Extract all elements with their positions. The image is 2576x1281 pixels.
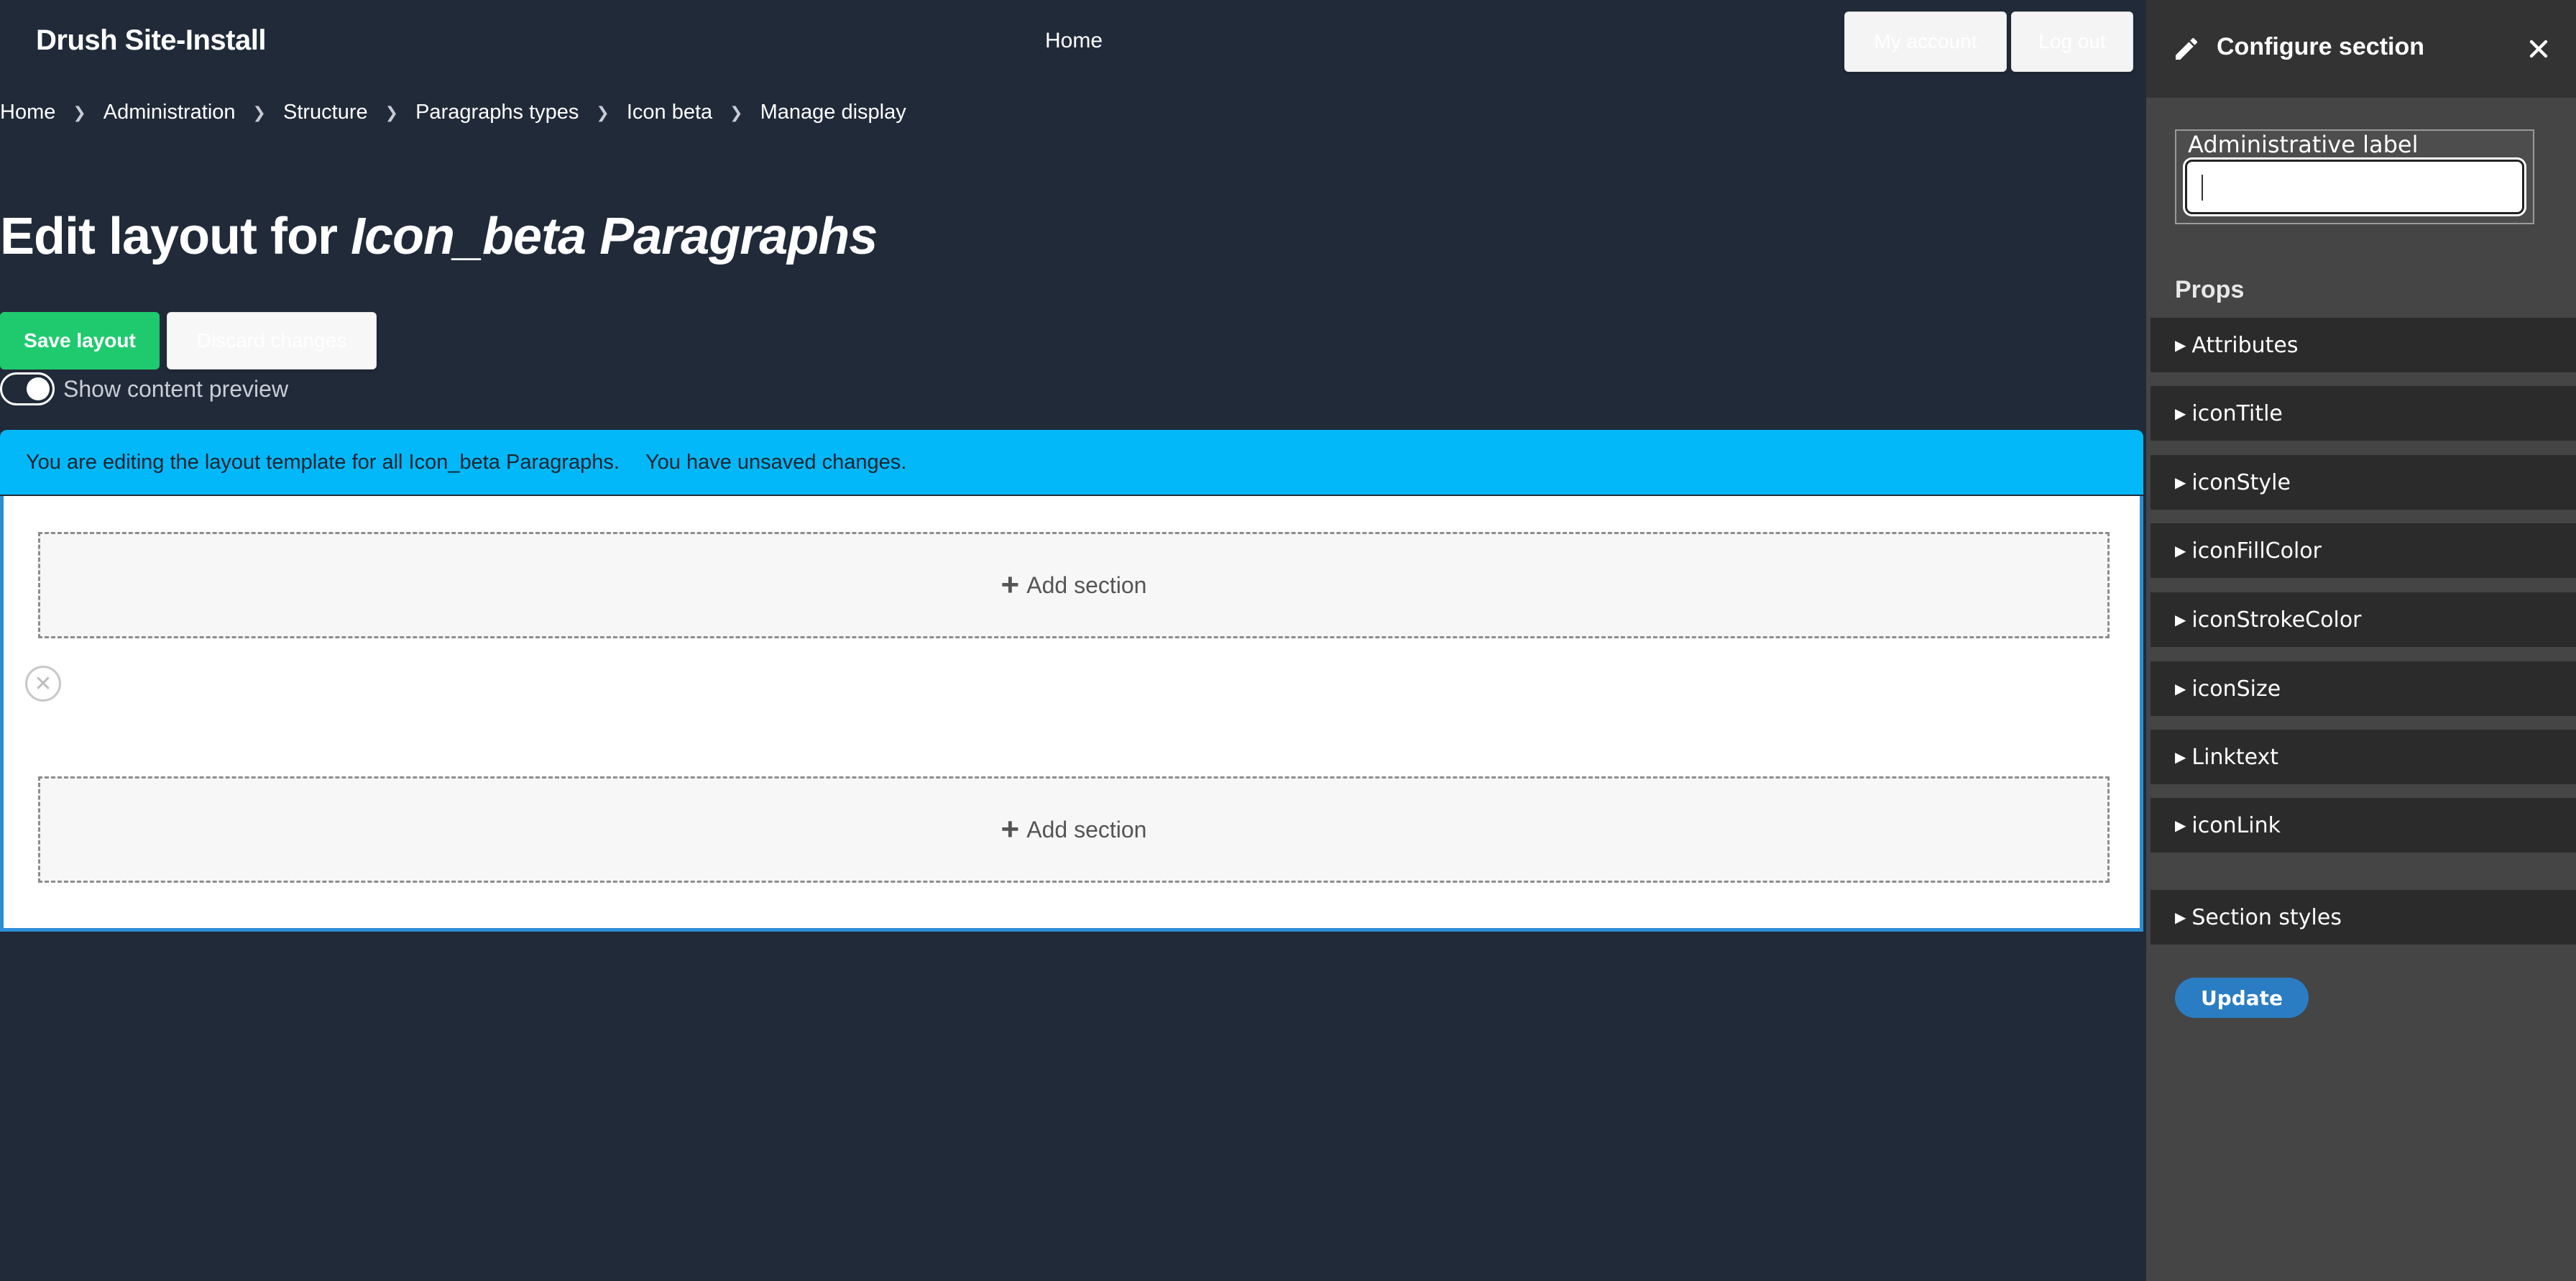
accordion-label: iconStyle bbox=[2191, 469, 2291, 495]
breadcrumb-structure[interactable]: Structure bbox=[283, 101, 368, 124]
my-account-button[interactable]: My account bbox=[1844, 12, 2007, 72]
administrative-label-input[interactable] bbox=[2185, 160, 2524, 214]
chevron-right-icon: ❯ bbox=[730, 103, 743, 121]
plus-icon: + bbox=[1000, 567, 1020, 602]
page-title: Edit layout for Icon_beta Paragraphs bbox=[0, 207, 878, 266]
triangle-right-icon: ▶ bbox=[2175, 680, 2186, 697]
add-section-button-top[interactable]: + Add section bbox=[38, 532, 2110, 638]
configure-section-sidebar: Configure section Administrative label P… bbox=[2146, 0, 2576, 1281]
chevron-right-icon: ❯ bbox=[73, 103, 86, 121]
triangle-right-icon: ▶ bbox=[2175, 909, 2186, 926]
content-preview-toggle[interactable]: Show content preview bbox=[0, 372, 288, 405]
layout-builder-main: Drush Site-Install Home My account Log o… bbox=[0, 0, 2146, 1281]
page-title-entity: Icon_beta Paragraphs bbox=[351, 208, 878, 265]
page-title-prefix: Edit layout for bbox=[0, 208, 351, 265]
accordion-label: Linktext bbox=[2191, 744, 2279, 770]
breadcrumb-home[interactable]: Home bbox=[0, 101, 55, 124]
close-icon[interactable] bbox=[2524, 35, 2553, 63]
save-layout-button[interactable]: Save layout bbox=[0, 312, 160, 369]
accordion-label: Attributes bbox=[2191, 332, 2299, 358]
discard-changes-button[interactable]: Discard changes bbox=[167, 312, 377, 369]
breadcrumb-paragraphs-types[interactable]: Paragraphs types bbox=[415, 101, 579, 124]
accordion-label: iconSize bbox=[2191, 676, 2281, 702]
sidebar-header: Configure section bbox=[2146, 0, 2576, 98]
breadcrumb-manage-display[interactable]: Manage display bbox=[760, 101, 906, 124]
pencil-icon bbox=[2176, 37, 2198, 60]
accordion-iconlink[interactable]: ▶ iconLink bbox=[2150, 798, 2576, 853]
accordion-iconsize[interactable]: ▶ iconSize bbox=[2150, 661, 2576, 716]
remove-section-icon[interactable]: ✕ bbox=[25, 666, 61, 702]
layout-message-bar: You are editing the layout template for … bbox=[0, 430, 2143, 495]
chevron-right-icon: ❯ bbox=[385, 103, 399, 121]
add-section-button-bottom[interactable]: + Add section bbox=[38, 776, 2110, 883]
update-button[interactable]: Update bbox=[2175, 978, 2309, 1018]
breadcrumb-icon-beta[interactable]: Icon beta bbox=[627, 101, 712, 124]
toggle-knob bbox=[27, 377, 50, 400]
toggle-switch[interactable] bbox=[0, 372, 55, 405]
site-title[interactable]: Drush Site-Install bbox=[36, 24, 266, 57]
accordion-label: iconFillColor bbox=[2191, 538, 2322, 564]
accordion-iconstyle[interactable]: ▶ iconStyle bbox=[2150, 455, 2576, 510]
accordion-label: iconTitle bbox=[2191, 400, 2283, 426]
log-out-button[interactable]: Log out bbox=[2011, 12, 2133, 72]
triangle-right-icon: ▶ bbox=[2175, 748, 2186, 766]
accordion-label: Section styles bbox=[2191, 904, 2342, 930]
accordion-icontitle[interactable]: ▶ iconTitle bbox=[2150, 386, 2576, 441]
triangle-right-icon: ▶ bbox=[2175, 405, 2186, 422]
triangle-right-icon: ▶ bbox=[2175, 611, 2186, 628]
administrative-label-text: Administrative label bbox=[2188, 131, 2419, 158]
accordion-section-styles[interactable]: ▶ Section styles bbox=[2150, 890, 2576, 945]
accordion-label: iconStrokeColor bbox=[2191, 607, 2362, 633]
triangle-right-icon: ▶ bbox=[2175, 336, 2186, 354]
editing-template-message: You are editing the layout template for … bbox=[26, 450, 620, 474]
breadcrumb-administration[interactable]: Administration bbox=[104, 101, 236, 124]
content-preview-label[interactable]: Show content preview bbox=[63, 376, 288, 403]
top-nav-home-link[interactable]: Home bbox=[1045, 29, 1103, 53]
breadcrumb: Home ❯ Administration ❯ Structure ❯ Para… bbox=[0, 101, 906, 124]
chevron-right-icon: ❯ bbox=[596, 103, 610, 121]
accordion-label: iconLink bbox=[2191, 812, 2281, 838]
accordion-iconfillcolor[interactable]: ▶ iconFillColor bbox=[2150, 523, 2576, 578]
accordion-attributes[interactable]: ▶ Attributes bbox=[2150, 318, 2576, 372]
add-section-label: Add section bbox=[1026, 571, 1147, 598]
layout-canvas: + Add section ✕ + Add section bbox=[0, 496, 2143, 932]
sidebar-title: Configure section bbox=[2217, 33, 2425, 60]
triangle-right-icon: ▶ bbox=[2175, 542, 2186, 559]
triangle-right-icon: ▶ bbox=[2175, 474, 2186, 491]
props-heading: Props bbox=[2175, 276, 2245, 303]
accordion-linktext[interactable]: ▶ Linktext bbox=[2150, 730, 2576, 784]
triangle-right-icon: ▶ bbox=[2175, 817, 2186, 834]
add-section-label: Add section bbox=[1026, 816, 1147, 842]
accordion-iconstrokecolor[interactable]: ▶ iconStrokeColor bbox=[2150, 592, 2576, 647]
text-caret bbox=[2202, 175, 2203, 201]
plus-icon: + bbox=[1000, 812, 1020, 847]
unsaved-changes-message: You have unsaved changes. bbox=[645, 450, 907, 474]
administrative-label-field: Administrative label bbox=[2175, 129, 2534, 224]
chevron-right-icon: ❯ bbox=[252, 103, 266, 121]
